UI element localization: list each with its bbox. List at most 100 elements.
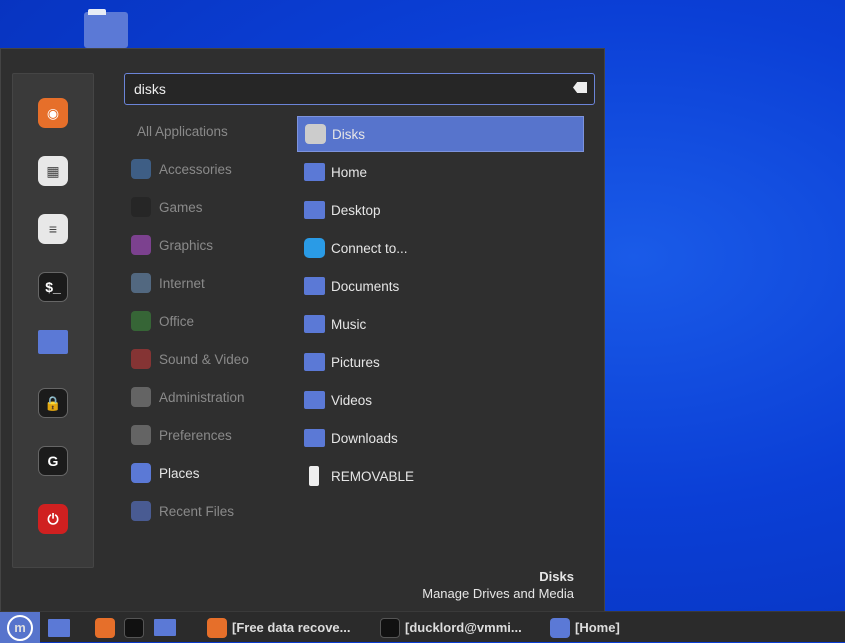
usb-drive-icon bbox=[309, 466, 319, 486]
result-connect-to[interactable]: Connect to... bbox=[297, 230, 584, 266]
category-label: Places bbox=[159, 465, 200, 481]
favorites-sidebar: ◉ ▦ ≡ $_ 🔒 G ⏻ bbox=[12, 73, 94, 568]
favorite-shutdown[interactable]: ⏻ bbox=[38, 504, 68, 534]
lock-icon: 🔒 bbox=[44, 394, 62, 411]
result-home[interactable]: Home bbox=[297, 154, 584, 190]
result-label: REMOVABLE bbox=[331, 468, 415, 484]
category-label: Office bbox=[159, 313, 195, 329]
internet-icon bbox=[131, 273, 151, 293]
games-icon bbox=[131, 197, 151, 217]
favorite-files[interactable] bbox=[38, 330, 68, 354]
category-recent-files[interactable]: Recent Files bbox=[131, 498, 234, 524]
result-pictures[interactable]: Pictures bbox=[297, 344, 584, 380]
category-label: Games bbox=[159, 199, 203, 215]
category-label: Accessories bbox=[159, 161, 232, 177]
favorite-settings[interactable]: ≡ bbox=[38, 214, 68, 244]
launcher-terminal[interactable] bbox=[124, 612, 149, 643]
desktop-home-folder-icon[interactable] bbox=[84, 9, 128, 48]
category-label: All Applications bbox=[137, 123, 228, 139]
firefox-icon bbox=[207, 617, 227, 638]
favorite-firefox[interactable]: ◉ bbox=[38, 98, 68, 128]
description-subtitle: Manage Drives and Media bbox=[422, 586, 574, 601]
category-internet[interactable]: Internet bbox=[131, 270, 205, 296]
search-text: disks bbox=[134, 81, 166, 97]
settings-icon: ≡ bbox=[48, 221, 58, 237]
downloads-folder-icon bbox=[304, 429, 325, 447]
category-all-applications[interactable]: All Applications bbox=[137, 118, 228, 144]
launcher-firefox[interactable] bbox=[95, 612, 120, 643]
search-input[interactable]: disks bbox=[124, 73, 595, 105]
window-title: [Free data recove... bbox=[232, 620, 351, 635]
software-manager-icon: ▦ bbox=[46, 162, 60, 179]
result-label: Videos bbox=[331, 392, 373, 408]
category-label: Recent Files bbox=[159, 503, 235, 519]
cloud-icon bbox=[304, 238, 325, 258]
description-title: Disks bbox=[539, 569, 574, 584]
result-label: Desktop bbox=[331, 202, 381, 218]
administration-icon bbox=[131, 387, 151, 407]
terminal-icon bbox=[380, 617, 400, 638]
category-label: Internet bbox=[159, 275, 205, 291]
category-preferences[interactable]: Preferences bbox=[131, 422, 232, 448]
music-folder-icon bbox=[304, 315, 325, 333]
category-games[interactable]: Games bbox=[131, 194, 203, 220]
show-desktop-button[interactable] bbox=[48, 612, 75, 643]
disks-icon bbox=[305, 124, 326, 144]
taskbar-window-0[interactable]: [Free data recove... bbox=[207, 612, 351, 643]
desktop-folder-icon bbox=[304, 201, 325, 219]
power-icon: ⏻ bbox=[47, 510, 59, 527]
result-label: Pictures bbox=[331, 354, 380, 370]
result-label: Music bbox=[331, 316, 367, 332]
favorite-terminal[interactable]: $_ bbox=[38, 272, 68, 302]
result-disks[interactable]: Disks bbox=[297, 116, 584, 152]
category-graphics[interactable]: Graphics bbox=[131, 232, 213, 258]
places-folder-icon bbox=[131, 463, 151, 483]
category-label: Sound & Video bbox=[159, 351, 249, 367]
result-desktop[interactable]: Desktop bbox=[297, 192, 584, 228]
recent-files-icon bbox=[131, 501, 151, 521]
result-label: Connect to... bbox=[331, 240, 408, 256]
window-title: [ducklord@vmmi... bbox=[405, 620, 522, 635]
launcher-files[interactable] bbox=[154, 612, 181, 643]
logout-icon: G bbox=[47, 453, 59, 469]
start-menu: ◉ ▦ ≡ $_ 🔒 G ⏻ disks All Applications Accessori… bbox=[0, 48, 605, 611]
category-label: Administration bbox=[159, 389, 245, 405]
taskbar-window-2[interactable]: [Home] bbox=[550, 612, 620, 643]
favorite-software-manager[interactable]: ▦ bbox=[38, 156, 68, 186]
office-icon bbox=[131, 311, 151, 331]
result-label: Home bbox=[331, 164, 368, 180]
result-downloads[interactable]: Downloads bbox=[297, 420, 584, 456]
sound-video-icon bbox=[131, 349, 151, 369]
result-documents[interactable]: Documents bbox=[297, 268, 584, 304]
result-removable[interactable]: REMOVABLE bbox=[297, 458, 584, 494]
category-label: Preferences bbox=[159, 427, 232, 443]
preferences-icon bbox=[131, 425, 151, 445]
category-office[interactable]: Office bbox=[131, 308, 194, 334]
accessories-icon bbox=[131, 159, 151, 179]
clear-search-icon[interactable] bbox=[573, 82, 587, 93]
window-title: [Home] bbox=[575, 620, 620, 635]
menu-button[interactable]: m bbox=[0, 612, 40, 643]
category-label: Graphics bbox=[159, 237, 214, 253]
folder-icon bbox=[154, 619, 176, 636]
firefox-icon bbox=[95, 617, 115, 638]
category-places[interactable]: Places bbox=[131, 460, 200, 486]
home-folder-icon bbox=[304, 163, 325, 181]
graphics-icon bbox=[131, 235, 151, 255]
result-label: Downloads bbox=[331, 430, 398, 446]
taskbar-window-1[interactable]: [ducklord@vmmi... bbox=[380, 612, 522, 643]
result-label: Documents bbox=[331, 278, 400, 294]
firefox-icon: ◉ bbox=[46, 104, 60, 121]
documents-folder-icon bbox=[304, 277, 325, 295]
category-sound-video[interactable]: Sound & Video bbox=[131, 346, 249, 372]
result-label: Disks bbox=[332, 126, 365, 142]
category-administration[interactable]: Administration bbox=[131, 384, 245, 410]
result-music[interactable]: Music bbox=[297, 306, 584, 342]
pictures-folder-icon bbox=[304, 353, 325, 371]
favorite-lock-screen[interactable]: 🔒 bbox=[38, 388, 68, 418]
result-videos[interactable]: Videos bbox=[297, 382, 584, 418]
favorite-logout[interactable]: G bbox=[38, 446, 68, 476]
desktop-icon bbox=[48, 618, 70, 637]
category-accessories[interactable]: Accessories bbox=[131, 156, 232, 182]
terminal-icon: $_ bbox=[45, 279, 61, 295]
